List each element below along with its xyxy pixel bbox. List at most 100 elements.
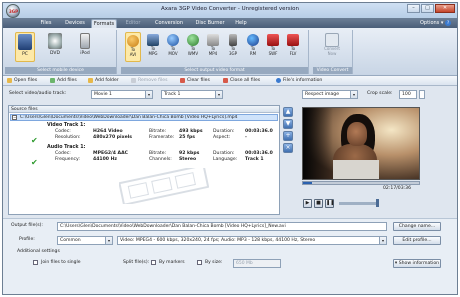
minimize-button[interactable]: – [407, 4, 420, 13]
volume-thumb[interactable] [376, 199, 379, 207]
source-files-panel: Source files − C:\Users\Glen\Documents\Vi… [8, 105, 280, 215]
add-marker-button[interactable]: + [283, 131, 293, 141]
folder-open-icon [7, 78, 12, 83]
tab-editor[interactable]: Editor [123, 19, 143, 28]
profile-select[interactable]: Common ▾ [57, 236, 113, 245]
movie-select-value: Movie 1 [94, 92, 112, 97]
open-files-button[interactable]: Open files [7, 77, 37, 85]
edit-profile-button[interactable]: Edit profile... [393, 236, 441, 245]
volume-slider[interactable] [339, 199, 379, 207]
tab-conversion[interactable]: Conversion [153, 19, 185, 28]
remove-marker-button[interactable]: × [283, 143, 293, 153]
seek-bar[interactable] [302, 181, 420, 185]
add-folder-button[interactable]: Add folder [88, 77, 119, 85]
ipod-icon [80, 33, 90, 49]
pause-icon[interactable]: ❚❚ [325, 199, 334, 208]
video-res-key: Resolution: [55, 135, 81, 140]
video-res-value: 480x270 pixels [93, 135, 132, 140]
close-all-files-button[interactable]: Close all files [223, 77, 260, 85]
format-mp4-bot: MP4 [208, 50, 218, 56]
checkbox-box [197, 260, 202, 265]
seek-progress [303, 182, 313, 184]
video-preview[interactable] [302, 107, 420, 180]
collapse-icon[interactable]: − [12, 115, 17, 120]
tab-devices[interactable]: Devices [63, 19, 87, 28]
device-pc[interactable]: PC [15, 32, 35, 62]
track-select-value: Track 1 [164, 92, 181, 97]
format-mov-bot: MOV [168, 50, 178, 56]
device-ipod[interactable]: iPod [75, 32, 95, 62]
playback-time: 02:17/03:36 [383, 186, 412, 191]
profile-description-select[interactable]: Video: MPEG4 - 600 kbps, 320x240, 24 fps… [117, 236, 387, 245]
realmedia-icon [247, 34, 259, 46]
profile-description: Video: MPEG4 - 600 kbps, 320x240, 24 fps… [120, 238, 316, 243]
track-select[interactable]: Track 1 ▾ [161, 90, 223, 99]
audio-frequency-key: Frequency: [55, 157, 80, 162]
by-markers-checkbox[interactable]: By markers [151, 259, 185, 266]
audio-check-icon: ✔ [31, 158, 38, 167]
add-files-label: Add files [57, 78, 77, 83]
add-files-button[interactable]: Add files [50, 77, 77, 85]
format-3gp-bot: 3GP [228, 50, 238, 56]
remove-files-button[interactable]: Remove files [131, 77, 168, 85]
remove-files-label: Remove files [138, 78, 168, 83]
format-wmv[interactable]: To WMV [185, 32, 201, 62]
maximize-button[interactable]: □ [421, 4, 434, 13]
track-selector-row: Select video/audio track: Movie 1 ▾ Track… [3, 87, 457, 100]
help-icon[interactable]: ? [445, 20, 451, 26]
chevron-down-icon: ▾ [105, 237, 112, 244]
profile-select-value: Common [60, 238, 81, 243]
aspect-select-value: Respect image [305, 92, 340, 97]
join-files-checkbox[interactable]: Join files to single [33, 259, 81, 266]
output-file-field[interactable]: C:\Users\Glen\Documents\Video\WebDownloa… [57, 222, 387, 231]
change-name-button[interactable]: Change name... [393, 222, 441, 231]
format-mp4[interactable]: To MP4 [205, 32, 221, 62]
format-mpg[interactable]: To MPG [145, 32, 161, 62]
convert-now-button[interactable]: Convert Now [319, 33, 345, 63]
file-info-button[interactable]: File's information [276, 77, 322, 85]
clear-icon [180, 78, 185, 83]
tab-disc-burner[interactable]: Disc Burner [193, 19, 227, 28]
output-file-path: C:\Users\Glen\Documents\Video\WebDownloa… [60, 224, 286, 229]
format-rm[interactable]: To RM [245, 32, 261, 62]
format-mpg-bot: MPG [148, 50, 158, 56]
options-menu[interactable]: Options ▾ ? [420, 19, 451, 28]
format-avi[interactable]: To AVI [125, 32, 141, 62]
tab-help[interactable]: Help [233, 19, 249, 28]
move-up-button[interactable]: ▲ [283, 107, 293, 117]
chevron-down-icon: ▾ [379, 237, 386, 244]
clear-files-button[interactable]: Clear files [180, 77, 210, 85]
device-dvd[interactable]: DVD [45, 32, 65, 62]
by-size-checkbox[interactable]: By size: [197, 259, 222, 266]
crop-scale-spinner[interactable] [419, 90, 425, 99]
ribbon: PC DVD iPod Select mobile device To AVI T… [3, 28, 457, 76]
device-pc-label: PC [22, 52, 28, 57]
tab-files[interactable]: Files [37, 19, 55, 28]
format-3gp[interactable]: To 3GP [225, 32, 241, 62]
split-size-select[interactable]: 650 Mb [233, 259, 281, 268]
avi-icon [127, 35, 139, 47]
aspect-select[interactable]: Respect image ▾ [302, 90, 358, 99]
app-window: 3GP Axara 3GP Video Converter - Unregist… [2, 2, 458, 295]
show-information-label: Show information [398, 261, 440, 266]
close-button[interactable]: ✕ [435, 4, 455, 13]
format-group-caption: Select output video format [121, 67, 308, 74]
tab-formats[interactable]: Formats [91, 19, 117, 28]
show-information-button[interactable]: ▾ Show information [393, 259, 441, 268]
format-swf[interactable]: To SWF [265, 32, 281, 62]
format-mov[interactable]: To MOV [165, 32, 181, 62]
chevron-down-icon: ▾ [350, 91, 357, 98]
quicktime-icon [167, 34, 179, 46]
crop-scale-label: Crop scale: [367, 91, 393, 96]
mpg-icon [147, 34, 159, 46]
stop-icon[interactable]: ■ [314, 199, 323, 208]
move-down-button[interactable]: ▼ [283, 119, 293, 129]
format-wmv-bot: WMV [187, 50, 199, 56]
options-label: Options [420, 20, 440, 26]
add-file-icon [50, 78, 55, 83]
source-file-row[interactable]: − C:\Users\Glen\Documents\Video\WebDownlo… [10, 114, 278, 121]
format-flv[interactable]: To FLV [285, 32, 301, 62]
movie-select[interactable]: Movie 1 ▾ [91, 90, 153, 99]
crop-scale-input[interactable]: 100 [399, 90, 417, 99]
play-icon[interactable]: ▶ [303, 199, 312, 208]
